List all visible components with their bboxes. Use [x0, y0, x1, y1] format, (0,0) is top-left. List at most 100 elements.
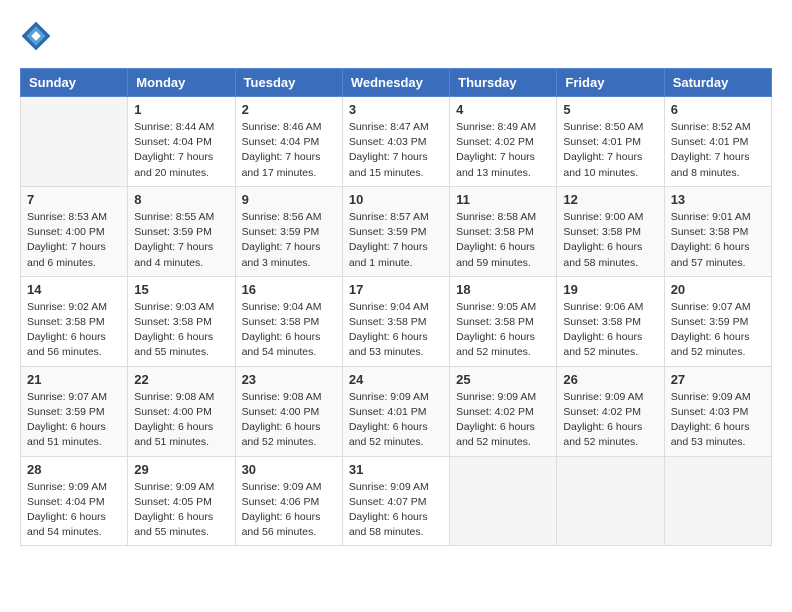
- calendar-header-row: SundayMondayTuesdayWednesdayThursdayFrid…: [21, 69, 772, 97]
- day-number: 27: [671, 372, 765, 387]
- calendar-cell: 30 Sunrise: 9:09 AM Sunset: 4:06 PM Dayli…: [235, 456, 342, 546]
- calendar-cell: 16Sunrise: 9:04 AM Sunset: 3:58 PM Dayli…: [235, 276, 342, 366]
- calendar-cell: 26Sunrise: 9:09 AM Sunset: 4:02 PM Dayli…: [557, 366, 664, 456]
- calendar-week-row: 7Sunrise: 8:53 AM Sunset: 4:00 PM Daylig…: [21, 186, 772, 276]
- day-info: Sunrise: 8:44 AM Sunset: 4:04 PM Dayligh…: [134, 120, 228, 181]
- day-info: Sunrise: 8:56 AM Sunset: 3:59 PM Dayligh…: [242, 210, 336, 271]
- calendar-cell: 23 Sunrise: 9:08 AM Sunset: 4:00 PM Dayli…: [235, 366, 342, 456]
- calendar-cell: 27 Sunrise: 9:09 AM Sunset: 4:03 PM Dayli…: [664, 366, 771, 456]
- day-number: 22: [134, 372, 228, 387]
- day-number: 6: [671, 102, 765, 117]
- calendar-cell: 11 Sunrise: 8:58 AM Sunset: 3:58 PM Dayli…: [450, 186, 557, 276]
- day-info: Sunrise: 9:09 AM Sunset: 4:05 PM Dayligh…: [134, 480, 228, 541]
- day-number: 8: [134, 192, 228, 207]
- day-info: Sunrise: 9:04 AM Sunset: 3:58 PM Dayligh…: [349, 300, 443, 361]
- day-number: 30: [242, 462, 336, 477]
- day-info: Sunrise: 9:07 AM Sunset: 3:59 PM Dayligh…: [27, 390, 121, 451]
- day-info: Sunrise: 8:52 AM Sunset: 4:01 PM Dayligh…: [671, 120, 765, 181]
- calendar-day-header: Wednesday: [342, 69, 449, 97]
- calendar-cell: 21 Sunrise: 9:07 AM Sunset: 3:59 PM Dayli…: [21, 366, 128, 456]
- day-info: Sunrise: 9:09 AM Sunset: 4:01 PM Dayligh…: [349, 390, 443, 451]
- day-number: 15: [134, 282, 228, 297]
- day-number: 29: [134, 462, 228, 477]
- day-number: 14: [27, 282, 121, 297]
- day-number: 13: [671, 192, 765, 207]
- logo-icon: [20, 20, 52, 52]
- calendar-cell: 10 Sunrise: 8:57 AM Sunset: 3:59 PM Dayli…: [342, 186, 449, 276]
- calendar-week-row: 1 Sunrise: 8:44 AM Sunset: 4:04 PM Daylig…: [21, 97, 772, 187]
- calendar-cell: 31Sunrise: 9:09 AM Sunset: 4:07 PM Dayli…: [342, 456, 449, 546]
- day-info: Sunrise: 9:04 AM Sunset: 3:58 PM Dayligh…: [242, 300, 336, 361]
- calendar-cell: 14 Sunrise: 9:02 AM Sunset: 3:58 PM Dayli…: [21, 276, 128, 366]
- day-number: 5: [563, 102, 657, 117]
- calendar-cell: 19 Sunrise: 9:06 AM Sunset: 3:58 PM Dayli…: [557, 276, 664, 366]
- day-info: Sunrise: 9:09 AM Sunset: 4:02 PM Dayligh…: [456, 390, 550, 451]
- day-info: Sunrise: 9:08 AM Sunset: 4:00 PM Dayligh…: [134, 390, 228, 451]
- day-number: 11: [456, 192, 550, 207]
- day-number: 9: [242, 192, 336, 207]
- day-info: Sunrise: 9:08 AM Sunset: 4:00 PM Dayligh…: [242, 390, 336, 451]
- calendar-cell: 17 Sunrise: 9:04 AM Sunset: 3:58 PM Dayli…: [342, 276, 449, 366]
- calendar-week-row: 14 Sunrise: 9:02 AM Sunset: 3:58 PM Dayli…: [21, 276, 772, 366]
- calendar-cell: 15Sunrise: 9:03 AM Sunset: 3:58 PM Dayli…: [128, 276, 235, 366]
- calendar-cell: 9 Sunrise: 8:56 AM Sunset: 3:59 PM Daylig…: [235, 186, 342, 276]
- calendar-day-header: Tuesday: [235, 69, 342, 97]
- calendar-cell: 13 Sunrise: 9:01 AM Sunset: 3:58 PM Dayli…: [664, 186, 771, 276]
- day-info: Sunrise: 9:09 AM Sunset: 4:04 PM Dayligh…: [27, 480, 121, 541]
- calendar-day-header: Sunday: [21, 69, 128, 97]
- day-info: Sunrise: 9:09 AM Sunset: 4:03 PM Dayligh…: [671, 390, 765, 451]
- day-number: 2: [242, 102, 336, 117]
- day-info: Sunrise: 8:57 AM Sunset: 3:59 PM Dayligh…: [349, 210, 443, 271]
- day-info: Sunrise: 9:09 AM Sunset: 4:07 PM Dayligh…: [349, 480, 443, 541]
- calendar-cell: 25 Sunrise: 9:09 AM Sunset: 4:02 PM Dayli…: [450, 366, 557, 456]
- calendar-cell: 5 Sunrise: 8:50 AM Sunset: 4:01 PM Daylig…: [557, 97, 664, 187]
- day-info: Sunrise: 9:06 AM Sunset: 3:58 PM Dayligh…: [563, 300, 657, 361]
- day-info: Sunrise: 8:50 AM Sunset: 4:01 PM Dayligh…: [563, 120, 657, 181]
- day-number: 21: [27, 372, 121, 387]
- calendar-day-header: Friday: [557, 69, 664, 97]
- day-info: Sunrise: 8:46 AM Sunset: 4:04 PM Dayligh…: [242, 120, 336, 181]
- calendar-day-header: Thursday: [450, 69, 557, 97]
- calendar-week-row: 21 Sunrise: 9:07 AM Sunset: 3:59 PM Dayli…: [21, 366, 772, 456]
- calendar-cell: 24Sunrise: 9:09 AM Sunset: 4:01 PM Dayli…: [342, 366, 449, 456]
- calendar-cell: 8 Sunrise: 8:55 AM Sunset: 3:59 PM Daylig…: [128, 186, 235, 276]
- calendar-cell: 12Sunrise: 9:00 AM Sunset: 3:58 PM Dayli…: [557, 186, 664, 276]
- calendar-cell: 7Sunrise: 8:53 AM Sunset: 4:00 PM Daylig…: [21, 186, 128, 276]
- day-number: 20: [671, 282, 765, 297]
- calendar-cell: 22 Sunrise: 9:08 AM Sunset: 4:00 PM Dayli…: [128, 366, 235, 456]
- day-number: 3: [349, 102, 443, 117]
- day-number: 7: [27, 192, 121, 207]
- day-number: 10: [349, 192, 443, 207]
- day-number: 18: [456, 282, 550, 297]
- calendar-cell: 28 Sunrise: 9:09 AM Sunset: 4:04 PM Dayli…: [21, 456, 128, 546]
- day-number: 4: [456, 102, 550, 117]
- day-info: Sunrise: 9:07 AM Sunset: 3:59 PM Dayligh…: [671, 300, 765, 361]
- calendar-cell: 6 Sunrise: 8:52 AM Sunset: 4:01 PM Daylig…: [664, 97, 771, 187]
- calendar-cell: 4Sunrise: 8:49 AM Sunset: 4:02 PM Daylig…: [450, 97, 557, 187]
- calendar-cell: 18 Sunrise: 9:05 AM Sunset: 3:58 PM Dayli…: [450, 276, 557, 366]
- day-number: 17: [349, 282, 443, 297]
- page-header: [20, 20, 772, 52]
- calendar-cell: [557, 456, 664, 546]
- day-info: Sunrise: 9:05 AM Sunset: 3:58 PM Dayligh…: [456, 300, 550, 361]
- day-info: Sunrise: 8:55 AM Sunset: 3:59 PM Dayligh…: [134, 210, 228, 271]
- day-info: Sunrise: 8:47 AM Sunset: 4:03 PM Dayligh…: [349, 120, 443, 181]
- day-number: 19: [563, 282, 657, 297]
- calendar-day-header: Monday: [128, 69, 235, 97]
- day-info: Sunrise: 9:02 AM Sunset: 3:58 PM Dayligh…: [27, 300, 121, 361]
- calendar-day-header: Saturday: [664, 69, 771, 97]
- day-info: Sunrise: 9:01 AM Sunset: 3:58 PM Dayligh…: [671, 210, 765, 271]
- calendar-cell: 2 Sunrise: 8:46 AM Sunset: 4:04 PM Daylig…: [235, 97, 342, 187]
- calendar-cell: 1 Sunrise: 8:44 AM Sunset: 4:04 PM Daylig…: [128, 97, 235, 187]
- calendar-cell: 20 Sunrise: 9:07 AM Sunset: 3:59 PM Dayli…: [664, 276, 771, 366]
- day-number: 1: [134, 102, 228, 117]
- calendar-cell: 29 Sunrise: 9:09 AM Sunset: 4:05 PM Dayli…: [128, 456, 235, 546]
- day-number: 25: [456, 372, 550, 387]
- day-info: Sunrise: 8:58 AM Sunset: 3:58 PM Dayligh…: [456, 210, 550, 271]
- day-info: Sunrise: 9:09 AM Sunset: 4:06 PM Dayligh…: [242, 480, 336, 541]
- calendar-cell: 3 Sunrise: 8:47 AM Sunset: 4:03 PM Daylig…: [342, 97, 449, 187]
- day-number: 23: [242, 372, 336, 387]
- day-number: 28: [27, 462, 121, 477]
- day-number: 12: [563, 192, 657, 207]
- logo: [20, 20, 56, 52]
